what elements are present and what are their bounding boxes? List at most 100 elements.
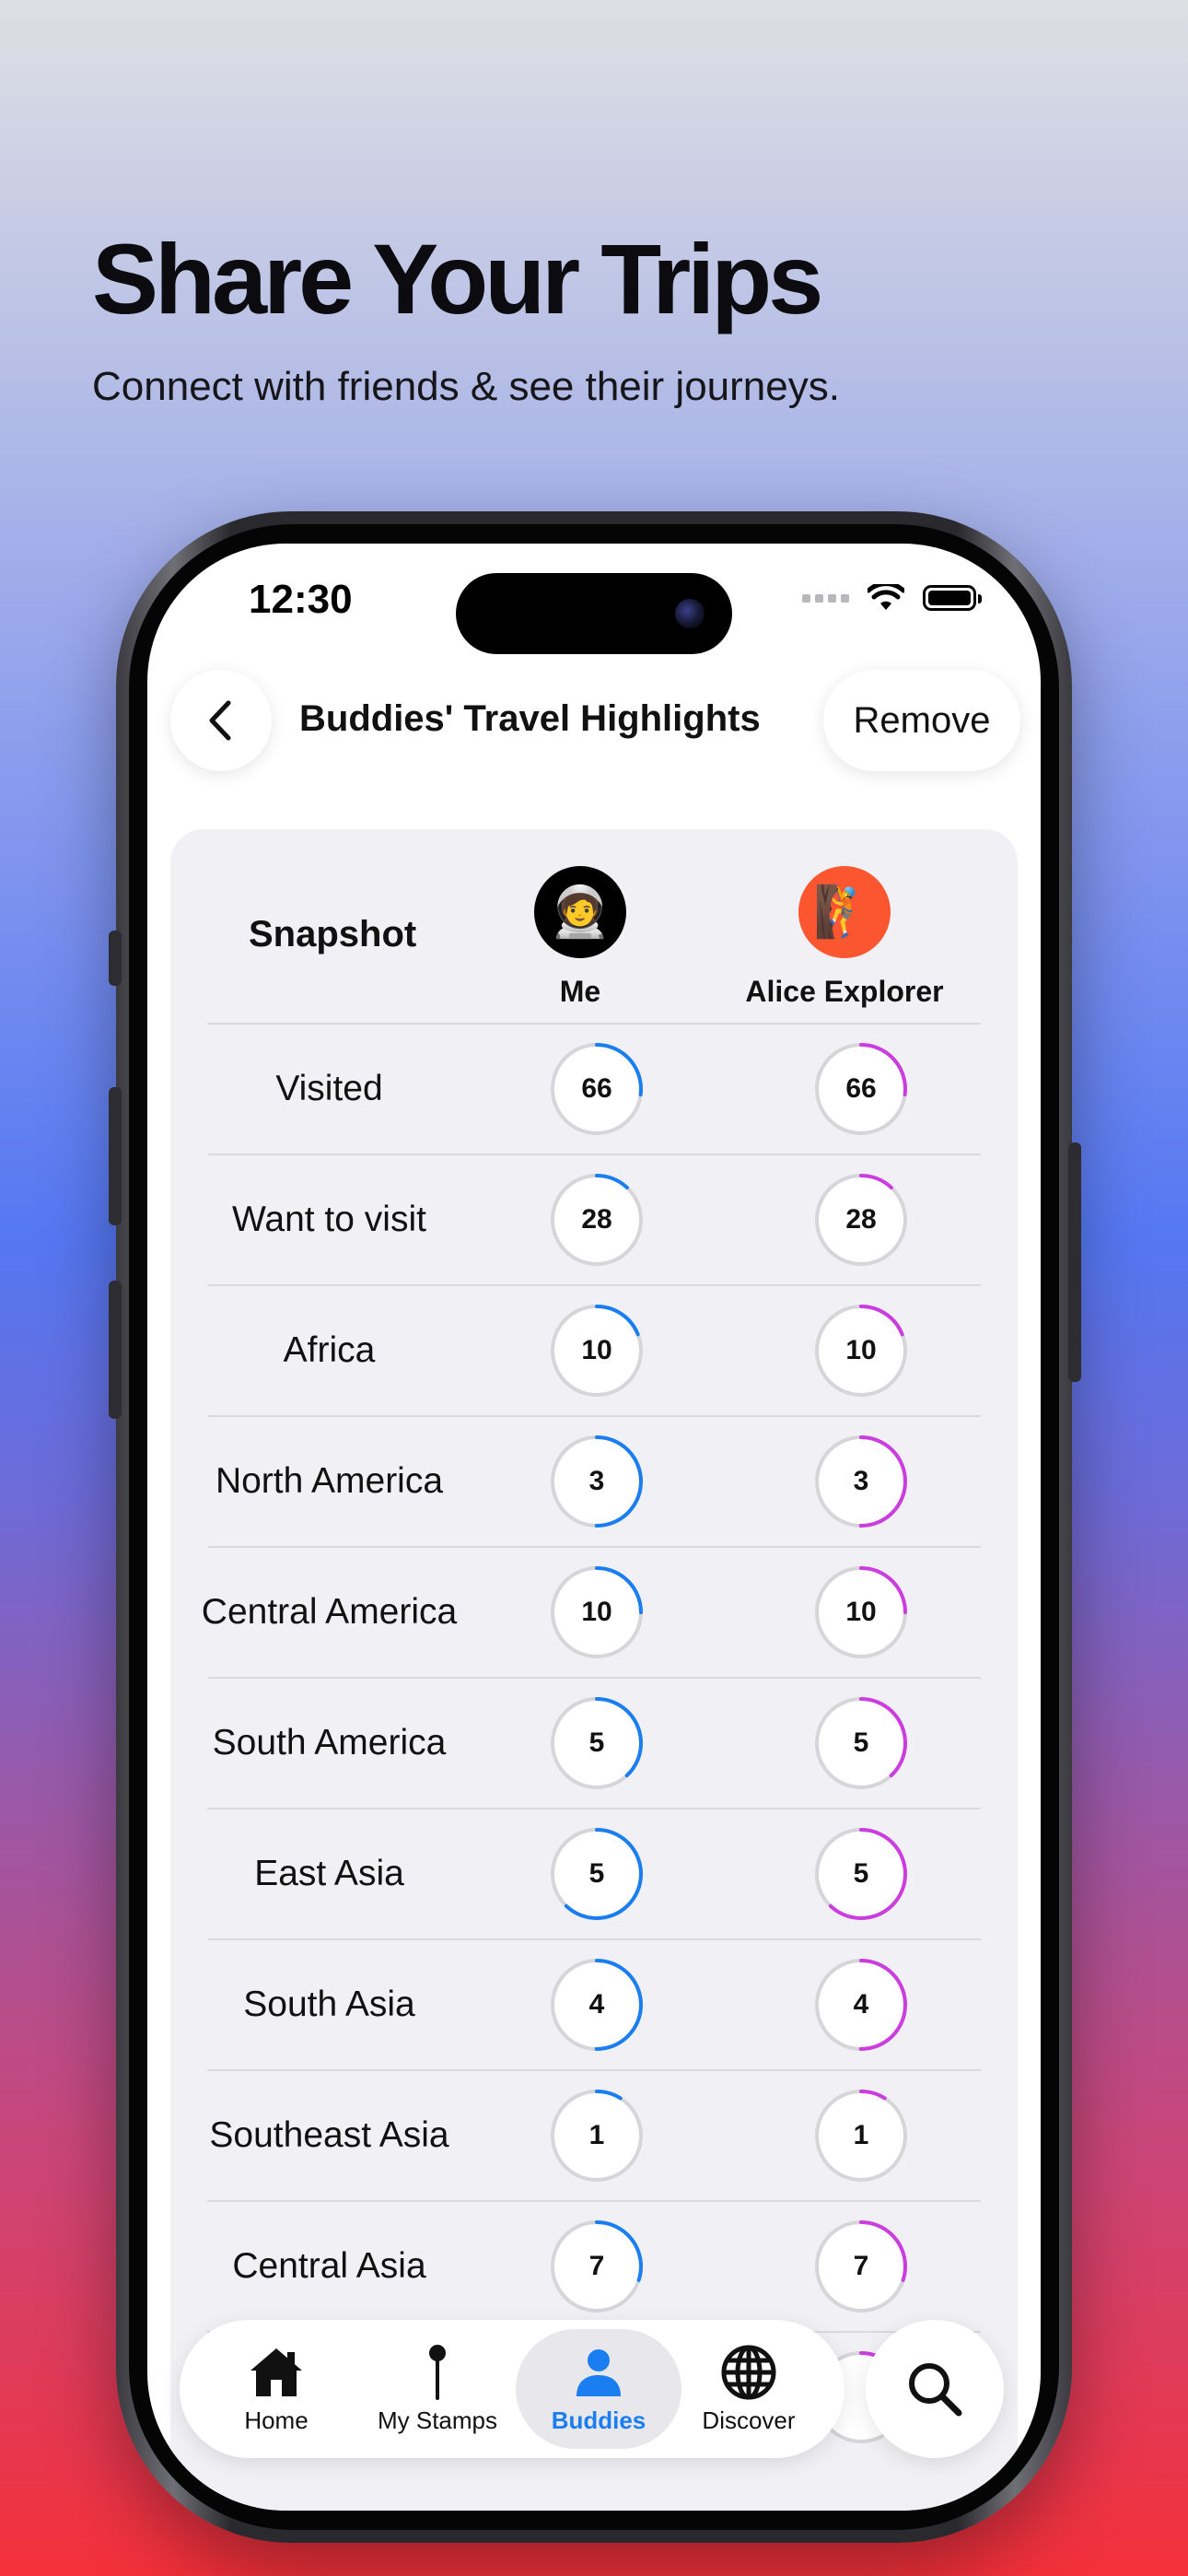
house-icon bbox=[250, 2348, 302, 2396]
alice-value: 3 bbox=[853, 1466, 869, 1496]
me-ring: 66 bbox=[548, 1040, 646, 1138]
phone-volume-up-button bbox=[109, 1087, 122, 1225]
signal-icon bbox=[802, 593, 849, 603]
snapshot-label: Snapshot bbox=[249, 914, 417, 954]
back-button[interactable] bbox=[170, 670, 272, 771]
alice-value: 7 bbox=[853, 2251, 869, 2281]
me-ring: 28 bbox=[548, 1171, 646, 1269]
table-row[interactable]: South Asia 4 4 bbox=[207, 1938, 981, 2069]
row-label: East Asia bbox=[254, 1854, 404, 1893]
table-row[interactable]: Africa 10 10 bbox=[207, 1284, 981, 1415]
table-header: Snapshot 🧑‍🚀 Me 🧗 Alice Explorer bbox=[170, 829, 1018, 1023]
phone-action-button bbox=[109, 931, 122, 986]
remove-button[interactable]: Remove bbox=[823, 670, 1020, 771]
me-ring: 3 bbox=[548, 1433, 646, 1530]
table-row[interactable]: Visited 66 66 bbox=[207, 1023, 981, 1153]
promo-headline: Share Your Trips bbox=[92, 223, 823, 334]
table-row[interactable]: Southeast Asia 1 1 bbox=[207, 2069, 981, 2200]
me-ring: 10 bbox=[548, 1563, 646, 1661]
phone-volume-down-button bbox=[109, 1281, 122, 1419]
alice-ring: 28 bbox=[812, 1171, 910, 1269]
alice-ring: 5 bbox=[812, 1825, 910, 1923]
status-time: 12:30 bbox=[249, 577, 353, 622]
camera-icon bbox=[675, 599, 705, 628]
app-screen: 12:30 Buddies' Travel Highlights Remove … bbox=[147, 544, 1041, 2511]
row-label: Africa bbox=[283, 1330, 376, 1370]
me-value: 10 bbox=[581, 1335, 612, 1365]
battery-icon bbox=[923, 585, 982, 611]
table-row[interactable]: South America 5 5 bbox=[207, 1677, 981, 1808]
tab-buddies[interactable]: Buddies bbox=[516, 2329, 681, 2449]
alice-value: 28 bbox=[845, 1204, 877, 1235]
column-alice[interactable]: 🧗 Alice Explorer bbox=[725, 866, 964, 1009]
search-icon bbox=[909, 2363, 962, 2417]
alice-value: 10 bbox=[845, 1597, 877, 1627]
me-value: 7 bbox=[588, 2251, 605, 2281]
stats-rows: Visited 66 66 Want to visit 28 28 Africa 10 10 No… bbox=[202, 1023, 981, 2462]
table-row[interactable]: Central America 10 10 bbox=[202, 1546, 981, 1677]
alice-value: 66 bbox=[845, 1073, 877, 1104]
me-value: 5 bbox=[588, 1858, 605, 1889]
promo-subline: Connect with friends & see their journey… bbox=[92, 364, 840, 409]
alice-value: 4 bbox=[853, 1989, 869, 2020]
chevron-left-icon bbox=[209, 700, 231, 741]
me-value: 1 bbox=[588, 2120, 605, 2150]
row-label: South Asia bbox=[243, 1985, 415, 2024]
column-name-me: Me bbox=[559, 975, 601, 1008]
person-icon bbox=[577, 2348, 621, 2396]
tab-label-buddies: Buddies bbox=[551, 2406, 646, 2434]
phone-power-button bbox=[1068, 1142, 1081, 1382]
table-row[interactable]: East Asia 5 5 bbox=[207, 1808, 981, 1938]
tab-label-my-stamps: My Stamps bbox=[377, 2406, 498, 2434]
alice-value: 5 bbox=[853, 1858, 869, 1889]
avatar-me: 🧑‍🚀 bbox=[534, 866, 626, 958]
me-value: 66 bbox=[581, 1073, 612, 1104]
tab-discover[interactable]: Discover bbox=[666, 2329, 832, 2449]
me-ring: 7 bbox=[548, 2218, 646, 2315]
me-ring: 5 bbox=[548, 1694, 646, 1792]
me-value: 4 bbox=[588, 1989, 605, 2020]
tab-my-stamps[interactable]: My Stamps bbox=[355, 2329, 520, 2449]
tab-label-home: Home bbox=[244, 2406, 309, 2434]
column-me[interactable]: 🧑‍🚀 Me bbox=[460, 866, 700, 1009]
avatar-alice: 🧗 bbox=[798, 866, 891, 958]
alice-ring: 10 bbox=[812, 1563, 910, 1661]
page-title: Buddies' Travel Highlights bbox=[299, 698, 761, 739]
me-value: 5 bbox=[588, 1727, 605, 1758]
status-icons bbox=[802, 584, 982, 612]
tab-home[interactable]: Home bbox=[193, 2329, 359, 2449]
me-value: 10 bbox=[581, 1597, 612, 1627]
row-label: Want to visit bbox=[232, 1200, 426, 1239]
me-ring: 5 bbox=[548, 1825, 646, 1923]
alice-ring: 7 bbox=[812, 2218, 910, 2315]
row-label: South America bbox=[212, 1723, 447, 1762]
search-button[interactable] bbox=[866, 2320, 1004, 2458]
alice-value: 10 bbox=[845, 1335, 877, 1365]
table-row[interactable]: North America 3 3 bbox=[207, 1415, 981, 1546]
me-ring: 4 bbox=[548, 1956, 646, 2054]
alice-value: 1 bbox=[853, 2120, 869, 2150]
dynamic-island bbox=[456, 573, 732, 654]
wifi-icon bbox=[868, 584, 904, 610]
row-label: Southeast Asia bbox=[209, 2115, 449, 2155]
alice-ring: 3 bbox=[812, 1433, 910, 1530]
row-label: North America bbox=[215, 1461, 444, 1501]
alice-ring: 66 bbox=[812, 1040, 910, 1138]
table-row[interactable]: Central Asia 7 7 bbox=[207, 2200, 981, 2331]
alice-ring: 4 bbox=[812, 1956, 910, 2054]
me-ring: 1 bbox=[548, 2087, 646, 2184]
comparison-card: Snapshot 🧑‍🚀 Me 🧗 Alice Explorer Visited… bbox=[170, 829, 1018, 2511]
table-row[interactable]: Want to visit 28 28 bbox=[207, 1153, 981, 1284]
me-value: 3 bbox=[588, 1466, 605, 1496]
alice-ring: 1 bbox=[812, 2087, 910, 2184]
alice-value: 5 bbox=[853, 1727, 869, 1758]
tab-label-discover: Discover bbox=[702, 2406, 796, 2434]
alice-ring: 10 bbox=[812, 1302, 910, 1399]
tab-bar: Home My Stamps Buddies Discover bbox=[180, 2320, 844, 2458]
me-ring: 10 bbox=[548, 1302, 646, 1399]
globe-icon bbox=[721, 2345, 776, 2399]
row-label: Central Asia bbox=[232, 2246, 426, 2286]
me-value: 28 bbox=[581, 1204, 612, 1235]
map-pin-icon bbox=[429, 2344, 446, 2400]
alice-ring: 5 bbox=[812, 1694, 910, 1792]
